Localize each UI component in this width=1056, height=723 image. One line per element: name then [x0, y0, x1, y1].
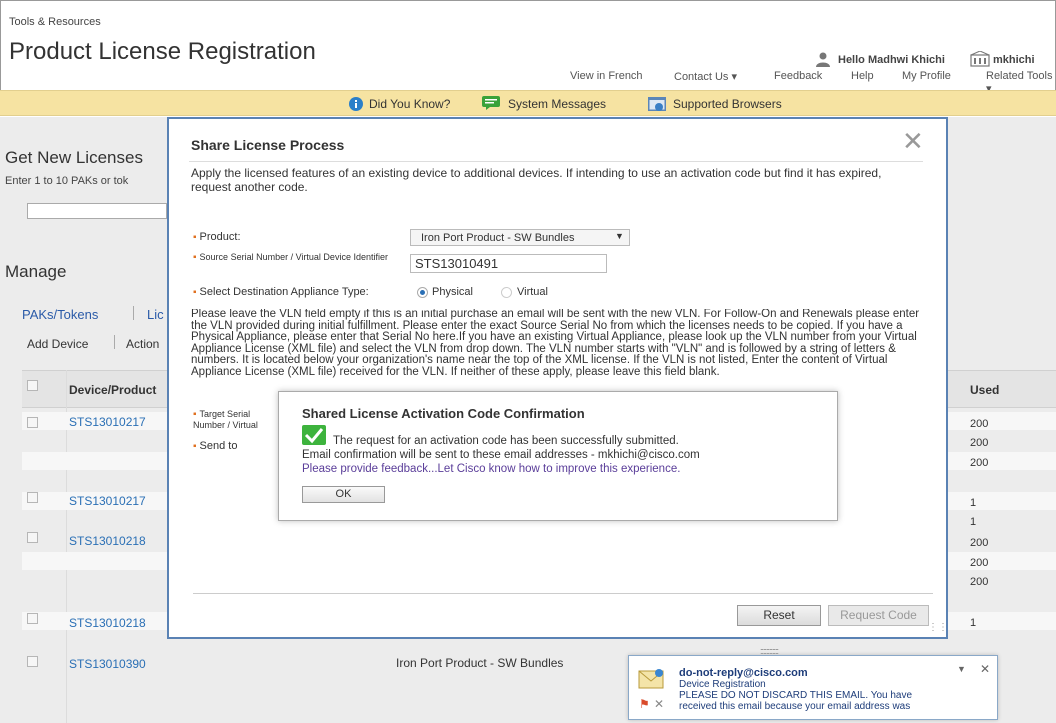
- help-link[interactable]: Help: [851, 70, 874, 82]
- vln-instructions: Please leave the VLN field empty if this…: [191, 309, 920, 378]
- section-title-get-new-licenses: Get New Licenses: [5, 148, 143, 167]
- tab-licenses[interactable]: Lic: [147, 307, 164, 322]
- used-value: 200: [970, 457, 989, 469]
- used-value: 200: [970, 418, 989, 430]
- system-messages-link[interactable]: System Messages: [508, 97, 606, 111]
- checkmark-icon: [302, 425, 326, 445]
- send-to-label-text: Send to: [199, 440, 238, 452]
- message-icon: [482, 96, 500, 110]
- radio-selected-dot: [420, 290, 425, 295]
- reset-button[interactable]: Reset: [737, 605, 821, 626]
- target-serial-label: ▪Target Serial Number / Virtual Device I…: [193, 409, 278, 429]
- chevron-down-icon[interactable]: ▼: [957, 664, 966, 674]
- modal-footer-divider: [193, 593, 933, 594]
- row-checkbox[interactable]: [27, 417, 38, 428]
- product-label-text: Product:: [199, 231, 241, 243]
- close-icon[interactable]: ✕: [980, 662, 990, 676]
- pak-input[interactable]: [27, 203, 167, 219]
- target-serial-label-text: Target Serial Number / Virtual Device Id…: [193, 409, 258, 429]
- confirmation-email-message: Email confirmation will be sent to these…: [302, 449, 700, 461]
- tab-divider: [133, 306, 134, 320]
- add-device-link[interactable]: Add Device: [27, 337, 88, 351]
- row-checkbox[interactable]: [27, 532, 38, 543]
- username-link[interactable]: mkhichi: [993, 54, 1035, 66]
- device-link[interactable]: STS13010390: [69, 657, 146, 671]
- product-dropdown[interactable]: Iron Port Product - SW Bundles ▼: [410, 229, 630, 246]
- section-title-manage: Manage: [5, 262, 67, 281]
- toast-drag-handle[interactable]: ::::::::::::: [760, 646, 779, 656]
- browser-icon: [648, 96, 666, 111]
- close-icon[interactable]: ✕: [902, 128, 924, 154]
- feedback-link[interactable]: Please provide feedback...Let Cisco know…: [302, 463, 680, 475]
- device-link[interactable]: STS13010218: [69, 616, 146, 630]
- device-link[interactable]: STS13010218: [69, 534, 146, 548]
- building-icon: [970, 50, 990, 67]
- serial-label: ▪ Source Serial Number / Virtual Device I…: [193, 252, 388, 263]
- row-checkbox[interactable]: [27, 613, 38, 624]
- toast-body-line: received this email because your email a…: [679, 701, 911, 712]
- page-title: Product License Registration: [9, 38, 316, 65]
- device-link[interactable]: STS13010217: [69, 494, 146, 508]
- used-value: 1: [970, 497, 977, 509]
- used-value: 200: [970, 557, 989, 569]
- contact-us-menu[interactable]: Contact Us ▾: [674, 70, 737, 83]
- action-menu[interactable]: Action: [126, 337, 159, 351]
- delete-icon[interactable]: ✕: [654, 697, 664, 711]
- serial-label-text: Source Serial Number / Virtual Device Id…: [199, 252, 388, 262]
- chevron-down-icon: ▼: [615, 231, 624, 241]
- send-to-label: ▪ Send to: [193, 440, 238, 452]
- device-link[interactable]: STS13010217: [69, 415, 146, 429]
- feedback-link[interactable]: Feedback: [774, 70, 822, 82]
- ok-button[interactable]: OK: [302, 486, 385, 503]
- toast-sender: do-not-reply@cisco.com: [679, 667, 808, 679]
- toast-subject: Device Registration: [679, 679, 766, 690]
- used-value: 200: [970, 537, 989, 549]
- did-you-know-link[interactable]: Did You Know?: [369, 97, 450, 111]
- source-serial-input[interactable]: STS13010491: [410, 254, 607, 273]
- product-dropdown-value: Iron Port Product - SW Bundles: [421, 232, 575, 244]
- used-value: 200: [970, 576, 989, 588]
- view-in-french-link[interactable]: View in French: [570, 70, 643, 82]
- person-icon: [815, 51, 831, 67]
- envelope-icon: [638, 668, 664, 690]
- product-cell: Iron Port Product - SW Bundles: [396, 656, 564, 670]
- used-value: 1: [970, 516, 977, 528]
- resize-grip-icon[interactable]: ⋮⋮: [928, 622, 948, 633]
- radio-virtual-label[interactable]: Virtual: [517, 286, 548, 298]
- modal-title: Share License Process: [191, 137, 345, 153]
- hello-user-label: Hello Madhwi Khichi: [838, 54, 945, 66]
- destination-type-label: Select Destination Appliance Type:: [199, 286, 369, 298]
- select-all-checkbox[interactable]: [27, 380, 38, 391]
- action-divider: [114, 335, 115, 349]
- info-icon: [348, 96, 364, 111]
- enter-pak-hint: Enter 1 to 10 PAKs or tok: [5, 175, 129, 187]
- confirmation-message: The request for an activation code has b…: [333, 435, 679, 447]
- flag-icon[interactable]: ⚑: [639, 697, 650, 711]
- radio-virtual[interactable]: [501, 287, 512, 298]
- column-header-used[interactable]: Used: [970, 383, 999, 397]
- breadcrumb[interactable]: Tools & Resources: [9, 16, 101, 28]
- used-value: 200: [970, 437, 989, 449]
- column-header-device[interactable]: Device/Product: [69, 383, 156, 397]
- row-checkbox[interactable]: [27, 492, 38, 503]
- row-checkbox[interactable]: [27, 656, 38, 667]
- supported-browsers-link[interactable]: Supported Browsers: [673, 97, 782, 111]
- confirmation-title: Shared License Activation Code Confirmat…: [302, 406, 585, 421]
- tab-paks-tokens[interactable]: PAKs/Tokens: [22, 307, 98, 322]
- radio-physical[interactable]: [417, 287, 428, 298]
- used-value: 1: [970, 617, 977, 629]
- modal-divider: [189, 161, 923, 162]
- modal-description: Apply the licensed features of an existi…: [191, 166, 882, 194]
- radio-physical-label[interactable]: Physical: [432, 286, 473, 298]
- request-code-button[interactable]: Request Code: [828, 605, 929, 626]
- toast-body-line: PLEASE DO NOT DISCARD THIS EMAIL. You ha…: [679, 690, 913, 701]
- product-label: ▪ Product:: [193, 231, 241, 243]
- my-profile-link[interactable]: My Profile: [902, 70, 951, 82]
